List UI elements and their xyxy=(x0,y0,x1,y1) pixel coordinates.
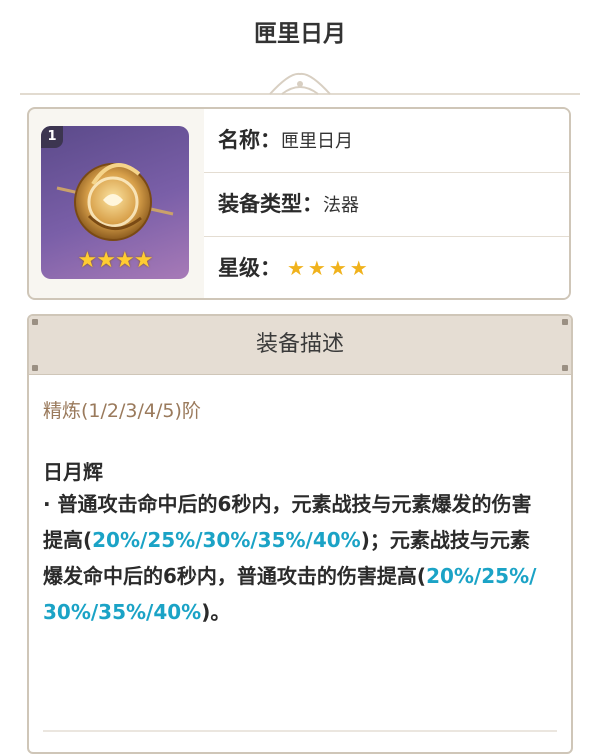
catalyst-weapon-icon xyxy=(56,163,174,241)
weapon-type: 法器 xyxy=(323,195,359,216)
effect-description: · 普通攻击命中后的6秒内，元素战技与元素爆发的伤害提高(20%/25%/30%… xyxy=(43,486,549,630)
corner-ornament xyxy=(562,365,568,371)
ornamental-divider-icon xyxy=(20,72,580,95)
effect-name: 日月辉 xyxy=(43,460,103,484)
corner-ornament xyxy=(32,365,38,371)
weapon-thumbnail: 1 ★★★★ xyxy=(41,126,189,279)
description-header: 装备描述 xyxy=(29,316,571,375)
weapon-name: 匣里日月 xyxy=(281,131,353,152)
thumbnail-star-rating: ★★★★ xyxy=(77,248,154,273)
effect-text-part: )。 xyxy=(201,600,231,624)
weapon-thumbnail-cell: 1 ★★★★ xyxy=(29,109,205,298)
description-title: 装备描述 xyxy=(255,332,344,357)
corner-ornament xyxy=(562,319,568,325)
name-label: 名称： xyxy=(218,128,281,152)
page-title: 匣里日月 xyxy=(254,21,346,47)
divider xyxy=(43,730,557,732)
rarity-label: 星级： xyxy=(218,256,281,280)
weapon-info-card: 1 ★★★★ 名称：匣里日月 装备类型：法器 星级： ★★★★ xyxy=(27,107,571,300)
refinement-line: 精炼(1/2/3/4/5)阶 xyxy=(43,400,201,422)
type-label: 装备类型： xyxy=(218,192,323,216)
name-row: 名称：匣里日月 xyxy=(204,109,569,173)
star-rating: ★★★★ xyxy=(287,256,371,280)
corner-ornament xyxy=(32,319,38,325)
description-card: 装备描述 精炼(1/2/3/4/5)阶 日月辉 · 普通攻击命中后的6秒内，元素… xyxy=(27,314,573,754)
rarity-row: 星级： ★★★★ xyxy=(204,237,569,298)
type-row: 装备类型：法器 xyxy=(204,173,569,237)
effect-highlight-value: 20%/25%/30%/35%/40% xyxy=(92,528,361,552)
